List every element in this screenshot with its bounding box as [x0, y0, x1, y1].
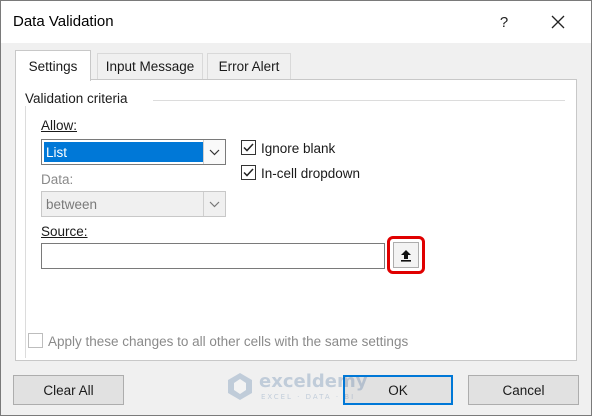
collapse-dialog-icon	[401, 249, 411, 262]
chevron-down-icon	[209, 201, 220, 207]
allow-dropdown[interactable]: List	[41, 139, 226, 165]
allow-label-text: Allow:	[41, 118, 78, 133]
tab-input-message[interactable]: Input Message	[97, 53, 203, 79]
settings-panel	[15, 79, 577, 361]
data-dropdown-arrow[interactable]	[203, 192, 225, 216]
allow-dropdown-value: List	[44, 142, 203, 162]
source-label-text: Source:	[41, 224, 88, 239]
cancel-button[interactable]: Cancel	[468, 375, 579, 405]
watermark-tagline: EXCEL · DATA · BI	[261, 393, 356, 401]
data-dropdown-value: between	[46, 196, 98, 212]
apply-all-label: Apply these changes to all other cells w…	[48, 334, 409, 349]
data-validation-dialog: Data Validation ? Settings Input Message…	[0, 0, 592, 416]
source-input[interactable]	[41, 243, 385, 269]
collapse-dialog-button[interactable]	[387, 236, 425, 274]
allow-label: Allow:	[41, 118, 77, 133]
clear-all-label: Clear All	[43, 382, 94, 398]
close-icon	[551, 15, 565, 29]
allow-dropdown-arrow[interactable]	[203, 140, 225, 164]
in-cell-dropdown-checkbox[interactable]	[241, 165, 256, 180]
exceldemy-logo-icon	[228, 373, 252, 400]
data-dropdown[interactable]: between	[41, 191, 226, 217]
group-divider	[153, 100, 565, 101]
data-label: Data:	[41, 172, 74, 187]
apply-all-checkbox[interactable]	[28, 333, 43, 348]
source-label: Source:	[41, 224, 88, 239]
tab-settings[interactable]: Settings	[15, 50, 91, 81]
clear-all-button[interactable]: Clear All	[13, 375, 124, 405]
close-button[interactable]	[541, 7, 575, 37]
ok-button[interactable]: OK	[343, 375, 453, 405]
tab-error-alert[interactable]: Error Alert	[207, 53, 291, 79]
chevron-down-icon	[209, 149, 220, 155]
validation-criteria-label: Validation criteria	[25, 91, 132, 106]
dialog-title: Data Validation	[13, 13, 114, 30]
title-bar: Data Validation ?	[1, 1, 591, 43]
ignore-blank-checkbox[interactable]	[241, 140, 256, 155]
collapse-dialog-inner[interactable]	[393, 242, 419, 268]
in-cell-dropdown-label: In-cell dropdown	[261, 166, 361, 181]
checkmark-icon	[243, 143, 254, 152]
ignore-blank-label: Ignore blank	[261, 141, 336, 156]
checkmark-icon	[243, 168, 254, 177]
group-border-left	[25, 100, 26, 358]
help-button[interactable]: ?	[489, 9, 519, 35]
